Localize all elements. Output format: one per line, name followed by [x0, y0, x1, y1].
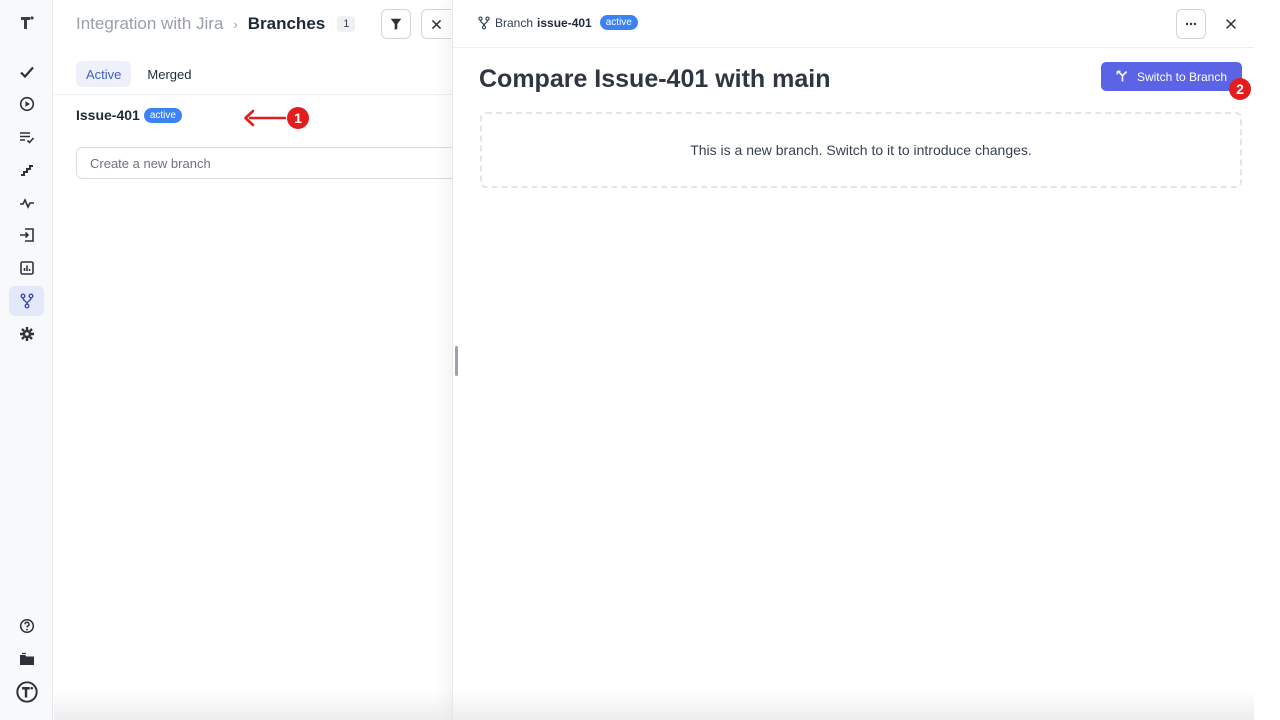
- drawer-status-badge: active: [599, 15, 638, 30]
- empty-state-box: This is a new branch. Switch to it to in…: [480, 112, 1242, 188]
- breadcrumb-separator: ›: [233, 16, 238, 32]
- annotation-number-2: 2: [1229, 78, 1251, 100]
- app-window: Integration with Jira › Branches 1 Activ…: [0, 0, 1280, 720]
- filter-button[interactable]: [381, 9, 411, 39]
- runs-play-icon[interactable]: [9, 89, 44, 119]
- tests-check-icon[interactable]: [9, 57, 44, 87]
- drawer-header: Branch issue-401 active: [453, 0, 1255, 48]
- page-title: Branches: [247, 14, 326, 33]
- tabs-divider: [54, 94, 452, 95]
- branch-name[interactable]: Issue-401: [76, 107, 140, 123]
- drawer-branch-label: Branch issue-401 active: [477, 15, 638, 30]
- drawer-resize-handle[interactable]: [455, 346, 458, 376]
- pulse-icon[interactable]: [9, 188, 44, 218]
- filter-icon: [390, 18, 402, 30]
- checklist-icon[interactable]: [9, 122, 44, 152]
- branch-icon: [478, 15, 490, 30]
- annotation-arrow-icon: [244, 109, 286, 127]
- page-scroll-strip: [1254, 0, 1280, 720]
- left-icon-rail: [0, 0, 53, 720]
- switch-branch-icon: [1116, 70, 1128, 82]
- import-icon[interactable]: [9, 220, 44, 250]
- more-dots-icon: [1185, 22, 1197, 26]
- branch-list-item[interactable]: Issue-401 active: [76, 107, 182, 123]
- settings-gear-icon[interactable]: [9, 319, 44, 349]
- annotation-number-1: 1: [287, 107, 309, 129]
- branch-tabs: Active Merged: [76, 61, 201, 87]
- close-panel-button[interactable]: [421, 9, 451, 39]
- close-icon: [431, 19, 442, 29]
- status-badge: active: [143, 107, 182, 123]
- more-options-button[interactable]: [1176, 9, 1206, 39]
- branch-compare-drawer: Branch issue-401 active Compare Issue-40…: [452, 0, 1255, 720]
- switch-to-branch-button[interactable]: Switch to Branch: [1101, 62, 1242, 91]
- logo-icon[interactable]: [9, 8, 44, 38]
- analytics-icon[interactable]: [9, 253, 44, 283]
- breadcrumb-project[interactable]: Integration with Jira: [76, 14, 223, 34]
- help-icon[interactable]: [9, 611, 44, 641]
- close-icon: [1226, 19, 1236, 29]
- branch-prefix: Branch: [495, 15, 534, 30]
- profile-logo-icon[interactable]: [9, 677, 44, 707]
- annotation-2: 2: [1229, 78, 1251, 100]
- annotation-1: 1: [243, 107, 309, 129]
- breadcrumb: Integration with Jira › Branches 1: [76, 13, 356, 35]
- tab-merged[interactable]: Merged: [137, 61, 201, 87]
- close-drawer-button[interactable]: [1216, 9, 1246, 39]
- new-branch-input[interactable]: [76, 147, 466, 179]
- branches-icon[interactable]: [9, 286, 44, 316]
- branch-count-badge: 1: [337, 16, 356, 32]
- folder-icon[interactable]: [9, 644, 44, 674]
- drawer-branch-name: issue-401: [537, 15, 592, 30]
- steps-icon[interactable]: [9, 155, 44, 185]
- branches-panel: Integration with Jira › Branches 1 Activ…: [54, 0, 466, 720]
- empty-state-message: This is a new branch. Switch to it to in…: [690, 142, 1032, 158]
- compare-title: Compare Issue-401 with main: [479, 65, 831, 93]
- switch-to-branch-label: Switch to Branch: [1136, 69, 1228, 84]
- tab-active[interactable]: Active: [76, 61, 132, 87]
